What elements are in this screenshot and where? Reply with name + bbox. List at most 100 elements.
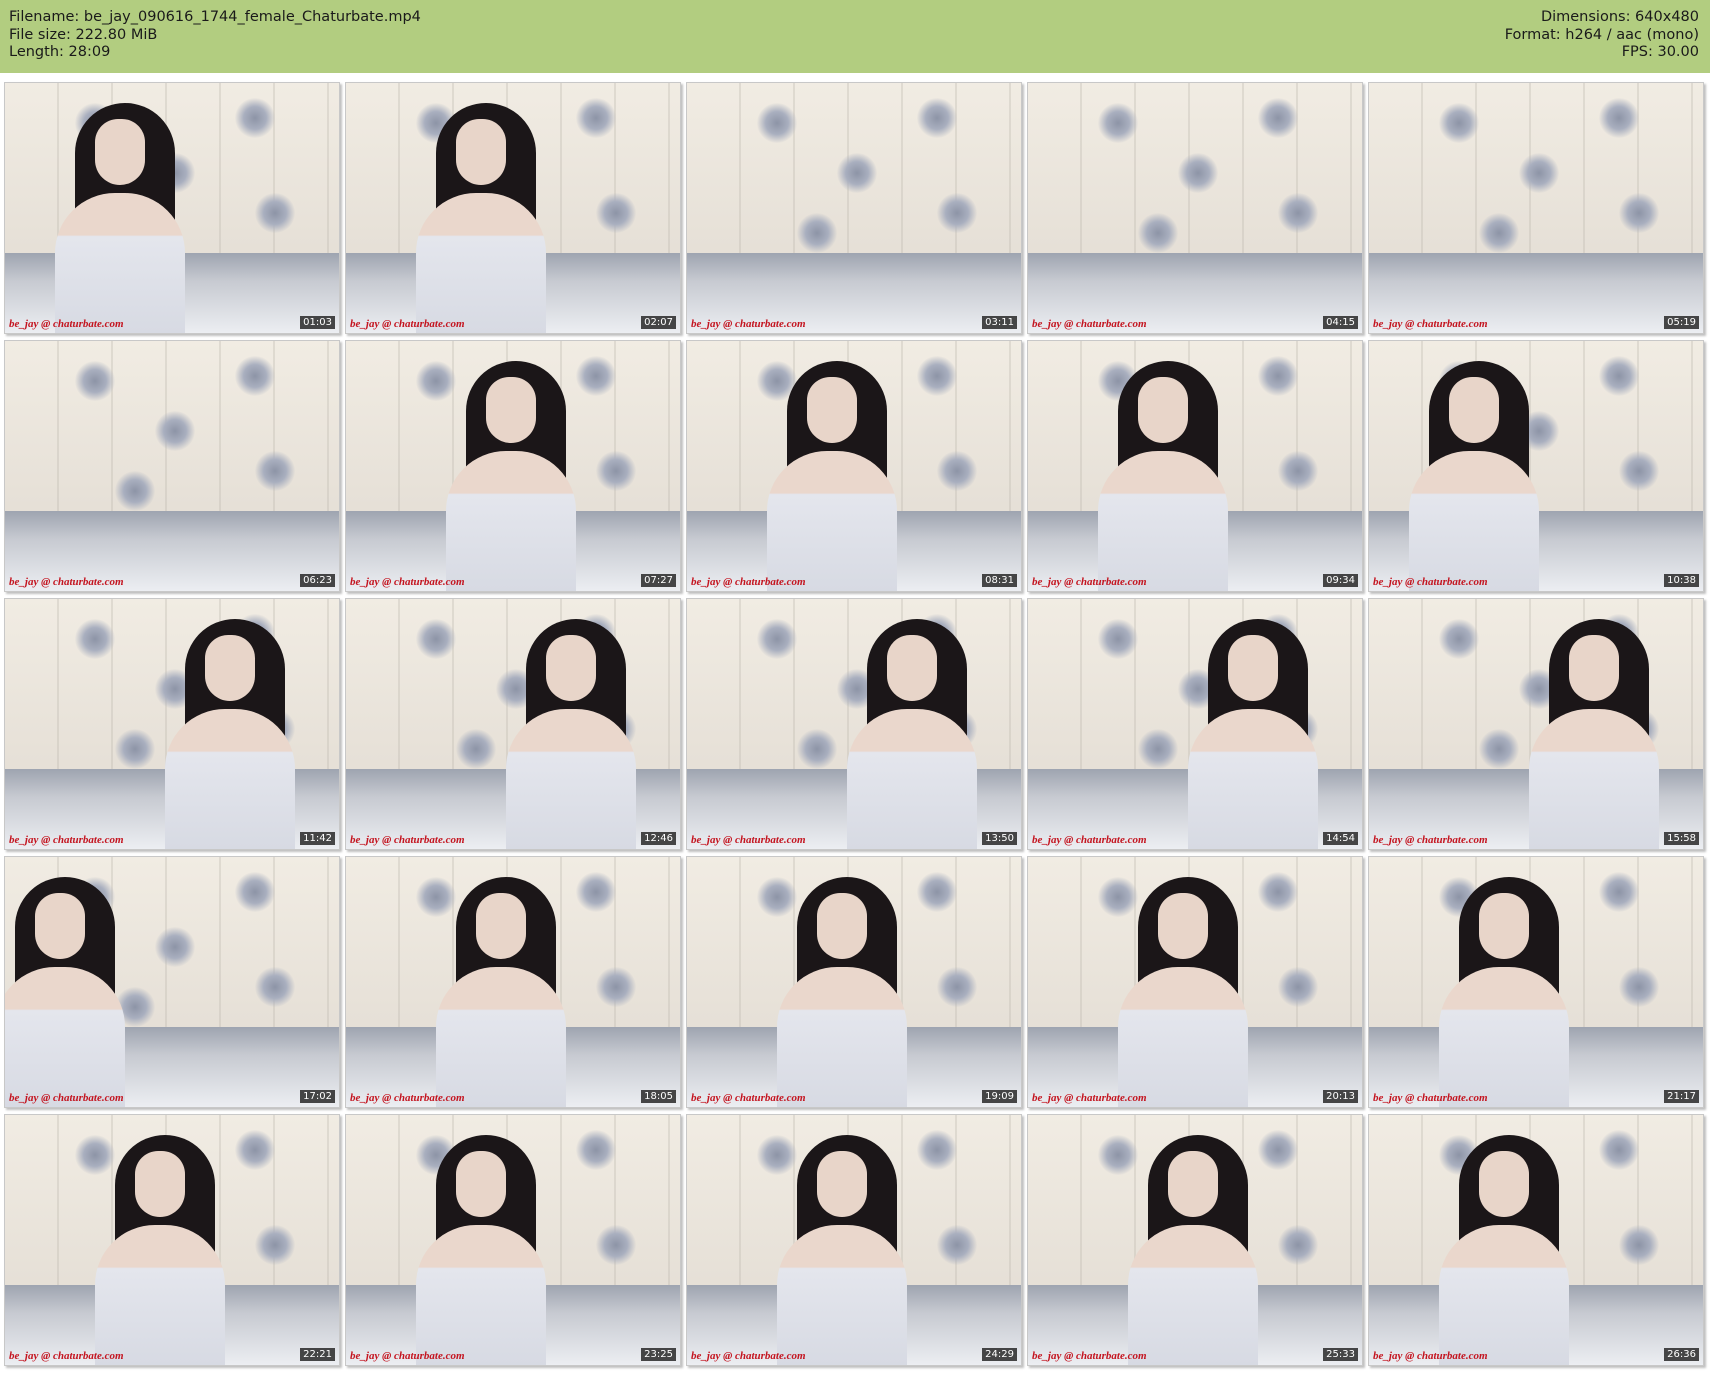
video-thumbnail[interactable]: be_jay @ chaturbate.com 04:15 bbox=[1027, 82, 1363, 334]
wallpaper-flower bbox=[1258, 98, 1298, 138]
watermark-text: be_jay @ chaturbate.com bbox=[691, 318, 806, 330]
thumbnail-person bbox=[5, 877, 135, 1107]
person-face bbox=[456, 1151, 506, 1217]
person-face bbox=[205, 635, 255, 701]
wallpaper-flower bbox=[1278, 967, 1318, 1007]
watermark-text: be_jay @ chaturbate.com bbox=[1373, 1350, 1488, 1362]
wallpaper-flower bbox=[155, 411, 195, 451]
info-header: Filename: be_jay_090616_1744_female_Chat… bbox=[0, 0, 1710, 73]
info-left-column: Filename: be_jay_090616_1744_female_Chat… bbox=[9, 9, 421, 62]
timestamp-badge: 25:33 bbox=[1323, 1348, 1358, 1361]
thumbnail-person bbox=[45, 103, 195, 333]
wallpaper-flower bbox=[235, 1130, 275, 1170]
wallpaper-flower bbox=[1138, 213, 1178, 253]
wallpaper-flower bbox=[1479, 729, 1519, 769]
thumbnail-person bbox=[85, 1135, 235, 1365]
video-thumbnail[interactable]: be_jay @ chaturbate.com 07:27 bbox=[345, 340, 681, 592]
wallpaper-flower bbox=[797, 729, 837, 769]
wallpaper-flower bbox=[1278, 451, 1318, 491]
person-body bbox=[1128, 1225, 1258, 1365]
video-thumbnail[interactable]: be_jay @ chaturbate.com 12:46 bbox=[345, 598, 681, 850]
video-thumbnail[interactable]: be_jay @ chaturbate.com 13:50 bbox=[686, 598, 1022, 850]
video-thumbnail[interactable]: be_jay @ chaturbate.com 22:21 bbox=[4, 1114, 340, 1366]
video-thumbnail[interactable]: be_jay @ chaturbate.com 18:05 bbox=[345, 856, 681, 1108]
video-thumbnail[interactable]: be_jay @ chaturbate.com 08:31 bbox=[686, 340, 1022, 592]
person-face bbox=[887, 635, 937, 701]
thumbnail-person bbox=[1429, 877, 1579, 1107]
wallpaper-flower bbox=[937, 1225, 977, 1265]
watermark-text: be_jay @ chaturbate.com bbox=[1032, 576, 1147, 588]
timestamp-badge: 15:58 bbox=[1664, 832, 1699, 845]
thumbnail-person bbox=[837, 619, 987, 849]
person-face bbox=[1479, 893, 1529, 959]
timestamp-badge: 01:03 bbox=[300, 316, 335, 329]
video-thumbnail[interactable]: be_jay @ chaturbate.com 03:11 bbox=[686, 82, 1022, 334]
wallpaper-flower bbox=[1619, 451, 1659, 491]
video-thumbnail[interactable]: be_jay @ chaturbate.com 21:17 bbox=[1368, 856, 1704, 1108]
watermark-text: be_jay @ chaturbate.com bbox=[350, 318, 465, 330]
filesize-text: File size: 222.80 MiB bbox=[9, 26, 158, 43]
video-thumbnail[interactable]: be_jay @ chaturbate.com 10:38 bbox=[1368, 340, 1704, 592]
watermark-text: be_jay @ chaturbate.com bbox=[1373, 834, 1488, 846]
video-thumbnail[interactable]: be_jay @ chaturbate.com 24:29 bbox=[686, 1114, 1022, 1366]
person-body bbox=[1118, 967, 1248, 1107]
video-thumbnail[interactable]: be_jay @ chaturbate.com 09:34 bbox=[1027, 340, 1363, 592]
timestamp-badge: 24:29 bbox=[982, 1348, 1017, 1361]
wallpaper-flower bbox=[1258, 356, 1298, 396]
video-thumbnail[interactable]: be_jay @ chaturbate.com 05:19 bbox=[1368, 82, 1704, 334]
timestamp-badge: 02:07 bbox=[641, 316, 676, 329]
wallpaper-flower bbox=[1599, 98, 1639, 138]
timestamp-badge: 12:46 bbox=[641, 832, 676, 845]
dimensions-text: Dimensions: 640x480 bbox=[1540, 9, 1699, 25]
person-body bbox=[506, 709, 636, 849]
wallpaper-flower bbox=[1479, 213, 1519, 253]
person-body bbox=[446, 451, 576, 591]
wallpaper-flower bbox=[115, 729, 155, 769]
video-thumbnail[interactable]: be_jay @ chaturbate.com 19:09 bbox=[686, 856, 1022, 1108]
timestamp-badge: 21:17 bbox=[1664, 1090, 1699, 1103]
person-face bbox=[1138, 377, 1188, 443]
wallpaper-flower bbox=[1619, 967, 1659, 1007]
person-face bbox=[807, 377, 857, 443]
timestamp-badge: 04:15 bbox=[1323, 316, 1358, 329]
video-thumbnail[interactable]: be_jay @ chaturbate.com 01:03 bbox=[4, 82, 340, 334]
thumbnail-person bbox=[767, 877, 917, 1107]
person-body bbox=[777, 967, 907, 1107]
video-thumbnail[interactable]: be_jay @ chaturbate.com 15:58 bbox=[1368, 598, 1704, 850]
video-thumbnail[interactable]: be_jay @ chaturbate.com 20:13 bbox=[1027, 856, 1363, 1108]
wallpaper-flower bbox=[1278, 1225, 1318, 1265]
wallpaper-flower bbox=[837, 153, 877, 193]
person-face bbox=[35, 893, 85, 959]
video-thumbnail[interactable]: be_jay @ chaturbate.com 06:23 bbox=[4, 340, 340, 592]
thumbnail-person bbox=[1118, 1135, 1268, 1365]
thumbnail-person bbox=[406, 1135, 556, 1365]
wallpaper-flower bbox=[1619, 1225, 1659, 1265]
wallpaper-flower bbox=[255, 967, 295, 1007]
timestamp-badge: 09:34 bbox=[1323, 574, 1358, 587]
timestamp-badge: 26:36 bbox=[1664, 1348, 1699, 1361]
thumbnail-person bbox=[1178, 619, 1328, 849]
person-face bbox=[1479, 1151, 1529, 1217]
watermark-text: be_jay @ chaturbate.com bbox=[1032, 1092, 1147, 1104]
timestamp-badge: 23:25 bbox=[641, 1348, 676, 1361]
video-thumbnail[interactable]: be_jay @ chaturbate.com 14:54 bbox=[1027, 598, 1363, 850]
person-body bbox=[1188, 709, 1318, 849]
person-body bbox=[1098, 451, 1228, 591]
thumbnail-person bbox=[1088, 361, 1238, 591]
thumbnail-person bbox=[1108, 877, 1258, 1107]
video-thumbnail[interactable]: be_jay @ chaturbate.com 26:36 bbox=[1368, 1114, 1704, 1366]
video-thumbnail[interactable]: be_jay @ chaturbate.com 25:33 bbox=[1027, 1114, 1363, 1366]
person-body bbox=[55, 193, 185, 333]
timestamp-badge: 03:11 bbox=[982, 316, 1017, 329]
wallpaper-flower bbox=[235, 356, 275, 396]
video-thumbnail[interactable]: be_jay @ chaturbate.com 11:42 bbox=[4, 598, 340, 850]
video-thumbnail[interactable]: be_jay @ chaturbate.com 23:25 bbox=[345, 1114, 681, 1366]
video-thumbnail[interactable]: be_jay @ chaturbate.com 17:02 bbox=[4, 856, 340, 1108]
watermark-text: be_jay @ chaturbate.com bbox=[9, 1350, 124, 1362]
video-thumbnail[interactable]: be_jay @ chaturbate.com 02:07 bbox=[345, 82, 681, 334]
thumbnail-person bbox=[496, 619, 646, 849]
wallpaper-flower bbox=[115, 471, 155, 511]
watermark-text: be_jay @ chaturbate.com bbox=[691, 576, 806, 588]
timestamp-badge: 11:42 bbox=[300, 832, 335, 845]
thumbnail-person bbox=[426, 877, 576, 1107]
